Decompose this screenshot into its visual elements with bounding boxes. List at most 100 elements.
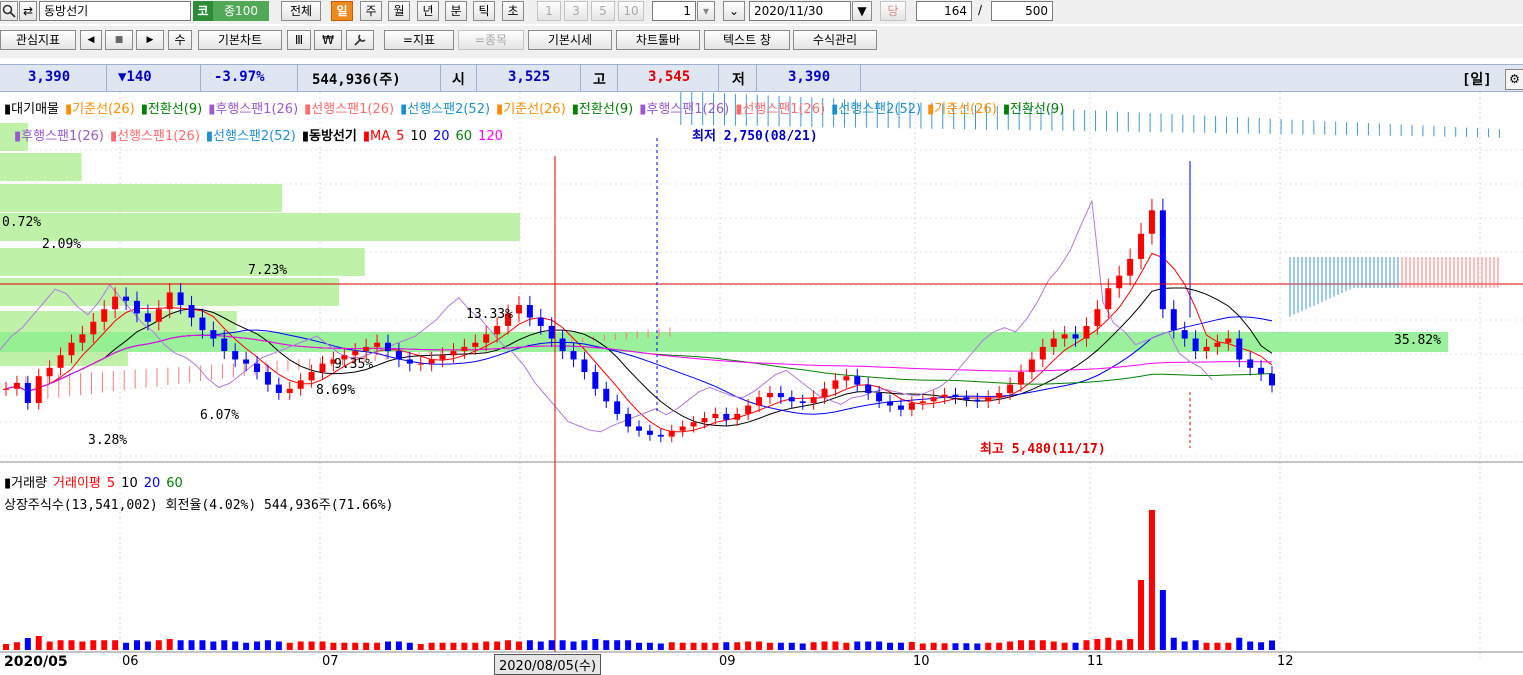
volume-bar-11: [123, 642, 130, 650]
volume-bar-94: [1028, 640, 1035, 650]
minute-1-button[interactable]: 1: [537, 1, 561, 21]
watch-indicator-button[interactable]: 관심지표: [0, 30, 76, 50]
minute-10-button[interactable]: 10: [618, 1, 644, 21]
volume-profile-band-4: [0, 248, 365, 276]
volume-bar-9: [101, 640, 108, 650]
manual-button[interactable]: 수: [168, 30, 192, 50]
volume-bar-79: [865, 641, 872, 650]
formula-manage-button[interactable]: 수식관리: [793, 30, 877, 50]
period-tick-button[interactable]: 틱: [473, 1, 495, 21]
period-second-button[interactable]: 초: [502, 1, 524, 21]
interval-dropdown-icon[interactable]: ▾: [697, 1, 715, 21]
low-label: 저: [732, 72, 745, 88]
candle-icon[interactable]: Ⅲ: [287, 30, 311, 50]
volume-bar-56: [614, 640, 621, 650]
candle-body-18: [199, 317, 206, 331]
candle-body-36: [395, 351, 402, 360]
volume-bar-69: [756, 641, 763, 650]
minute-3-button[interactable]: 3: [564, 1, 588, 21]
indicator-legend-line1: ▮대기매물 ▮기준선(26) ▮전환선(9) ▮후행스팬1(26) ▮선행스팬1(26)…: [4, 98, 1070, 117]
count-input[interactable]: 164: [916, 1, 972, 21]
candle-body-101: [1105, 288, 1112, 310]
text-window-button[interactable]: 텍스트 창: [704, 30, 790, 50]
period-minute-button[interactable]: 분: [445, 1, 467, 21]
volume-bar-42: [461, 642, 468, 650]
interval-input[interactable]: 1: [652, 1, 696, 21]
volume-bar-18: [199, 640, 206, 650]
period-all-button[interactable]: 전체: [281, 1, 321, 21]
candle-body-2: [24, 382, 31, 404]
volume-bar-28: [308, 641, 315, 650]
period-year-button[interactable]: 년: [417, 1, 439, 21]
candle-body-110: [1203, 346, 1210, 352]
date-input[interactable]: 2020/11/30: [749, 1, 851, 21]
high-label: 고: [593, 72, 606, 88]
basic-quote-button[interactable]: 기본시세: [528, 30, 612, 50]
total-input[interactable]: 500: [991, 1, 1053, 21]
volume-bar-45: [494, 641, 501, 650]
stock-name-input[interactable]: 동방선기: [39, 1, 191, 21]
candle-body-65: [712, 413, 719, 419]
volume-bar-15: [166, 639, 173, 650]
period-week-button[interactable]: 주: [360, 1, 382, 21]
candle-body-98: [1072, 334, 1079, 339]
minute-5-button[interactable]: 5: [591, 1, 615, 21]
volume-bar-39: [428, 642, 435, 650]
volume-bar-106: [1159, 590, 1166, 650]
candle-body-78: [854, 376, 861, 385]
candle-body-79: [865, 384, 872, 393]
candle-body-38: [417, 363, 424, 365]
candle-body-28: [308, 372, 315, 381]
price-chart[interactable]: 0.72%2.09% 7.23% 13.33% 9.35% 8.69% 6.07% 3.28…: [0, 92, 1523, 674]
volume-bar-103: [1127, 639, 1134, 650]
wrench-icon[interactable]: [346, 30, 374, 50]
legend-item-7: ▮전환선(9): [571, 102, 634, 117]
candle-body-55: [603, 388, 610, 402]
candle-body-62: [679, 426, 686, 431]
volume-profile-band-2: [0, 184, 283, 212]
candle-body-115: [1258, 367, 1265, 374]
volume-legend-item-5: 60: [166, 476, 183, 491]
volume-bar-87: [952, 643, 959, 650]
volume-bar-80: [876, 641, 883, 650]
candle-body-87: [952, 394, 959, 398]
xaxis-label-dec: 12: [1277, 654, 1294, 669]
next-icon[interactable]: ▶: [136, 30, 164, 50]
date-dropdown-icon[interactable]: ▼: [852, 1, 872, 21]
change-percent: -3.97%: [214, 69, 265, 85]
candle-body-14: [155, 309, 162, 322]
gear-icon[interactable]: ⚙: [1505, 69, 1523, 90]
volume-bar-5: [57, 640, 64, 650]
xaxis-label-oct: 10: [913, 654, 930, 669]
swap-icon[interactable]: ⇄: [19, 1, 37, 21]
volume-bar-57: [625, 640, 632, 650]
volume-profile-band-1: [0, 153, 82, 181]
stock-compare-button[interactable]: =종목: [458, 30, 524, 50]
chart-toolbar-button[interactable]: 차트툴바: [616, 30, 700, 50]
next-button[interactable]: 당: [880, 1, 906, 21]
volume-bar-101: [1105, 637, 1112, 650]
open-label: 시: [452, 72, 465, 88]
volume-bar-30: [330, 642, 337, 650]
candle-body-59: [646, 430, 653, 435]
search-icon[interactable]: [0, 1, 18, 21]
basic-chart-button[interactable]: 기본차트: [198, 30, 282, 50]
candle-body-61: [668, 430, 675, 437]
candle-body-42: [461, 346, 468, 352]
candle-body-51: [559, 338, 566, 352]
volume-bar-66: [723, 642, 730, 650]
price-change: ▼140: [118, 69, 152, 85]
prev-icon[interactable]: ◀: [80, 30, 102, 50]
won-icon[interactable]: ₩: [314, 30, 342, 50]
volume-bar-83: [908, 642, 915, 650]
index-badge: 종100: [213, 1, 269, 21]
candle-body-27: [297, 380, 304, 389]
period-month-button[interactable]: 월: [388, 1, 410, 21]
indicator-button[interactable]: =지표: [384, 30, 454, 50]
stop-icon[interactable]: ■: [105, 30, 133, 50]
period-day-button[interactable]: 일: [331, 1, 353, 21]
volume-bar-81: [887, 642, 894, 650]
candle-body-89: [974, 399, 981, 402]
chevron-down-icon[interactable]: ⌄: [723, 1, 745, 21]
candle-body-1: [13, 382, 20, 389]
